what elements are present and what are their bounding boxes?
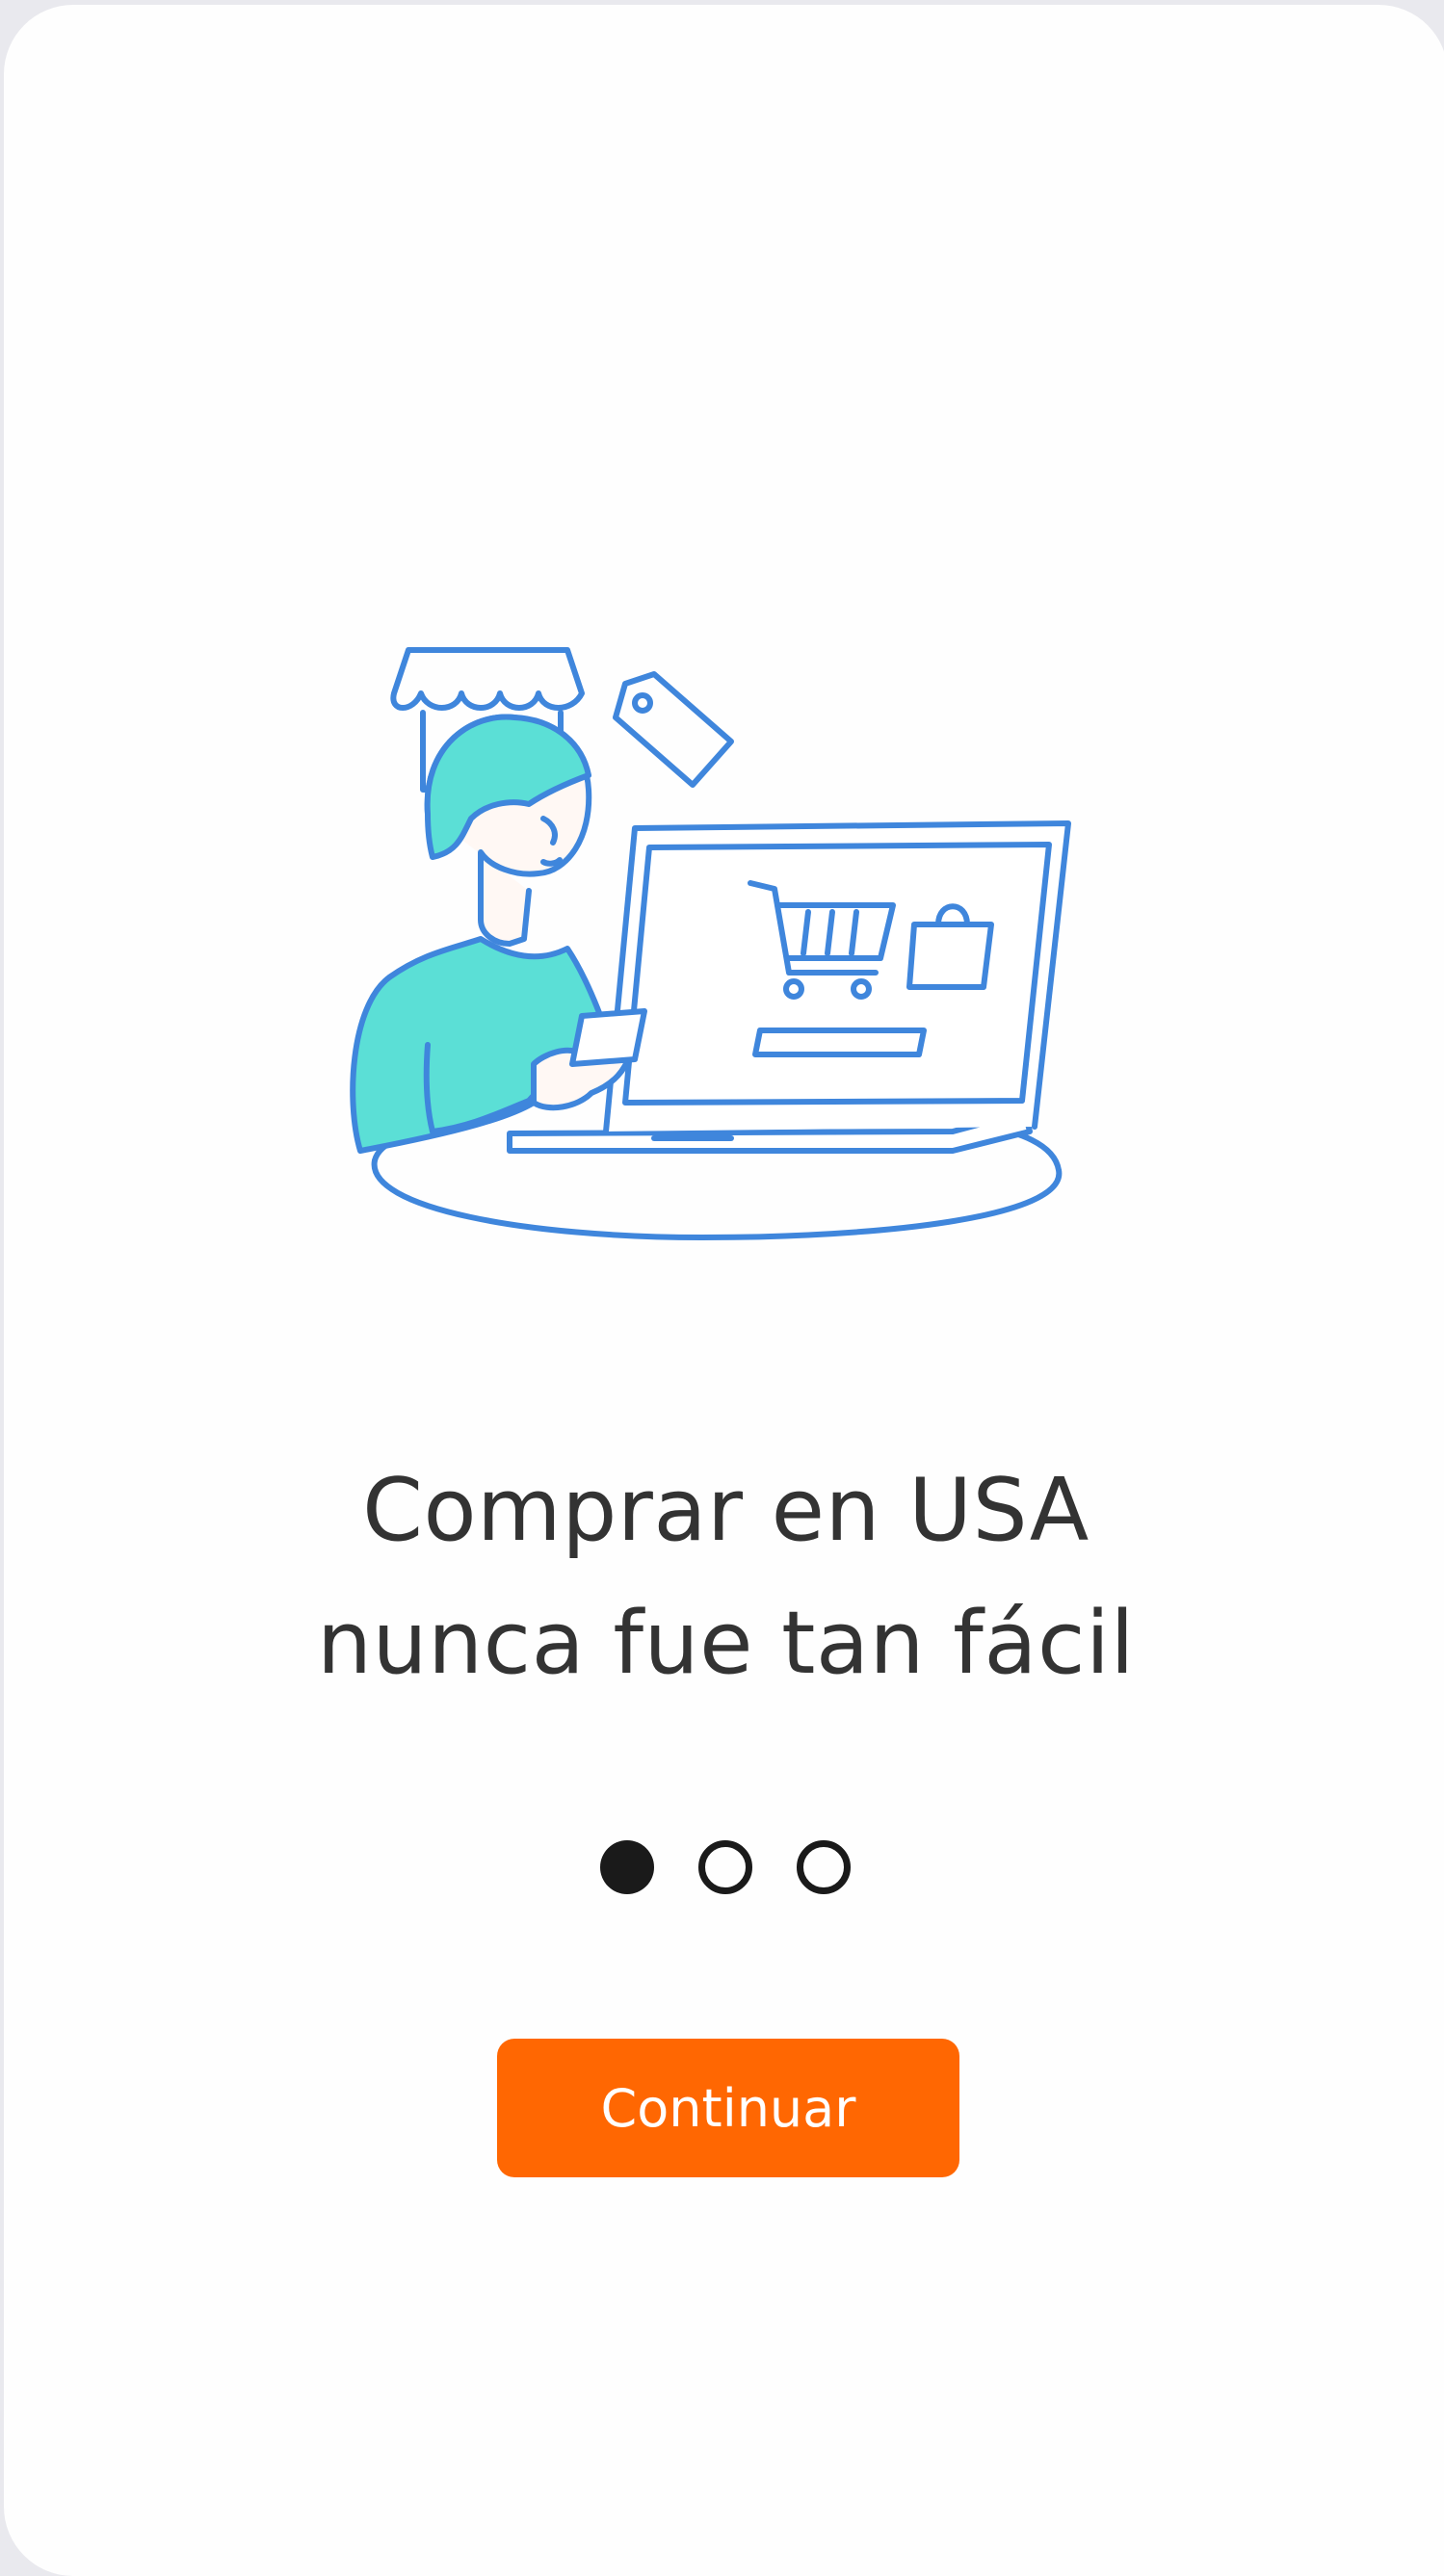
onboarding-screen: Comprar en USA nunca fue tan fácil Conti… xyxy=(4,5,1444,2576)
onboarding-headline: Comprar en USA nunca fue tan fácil xyxy=(4,1444,1444,1710)
pagination-dot-1[interactable] xyxy=(600,1840,654,1894)
shopping-illustration xyxy=(350,647,1071,1240)
continue-button[interactable]: Continuar xyxy=(497,2039,959,2177)
pagination-dots xyxy=(4,1840,1444,1894)
pagination-dot-3[interactable] xyxy=(797,1840,851,1894)
pagination-dot-2[interactable] xyxy=(698,1840,752,1894)
headline-line-1: Comprar en USA xyxy=(362,1460,1090,1561)
headline-line-2: nunca fue tan fácil xyxy=(317,1593,1135,1694)
